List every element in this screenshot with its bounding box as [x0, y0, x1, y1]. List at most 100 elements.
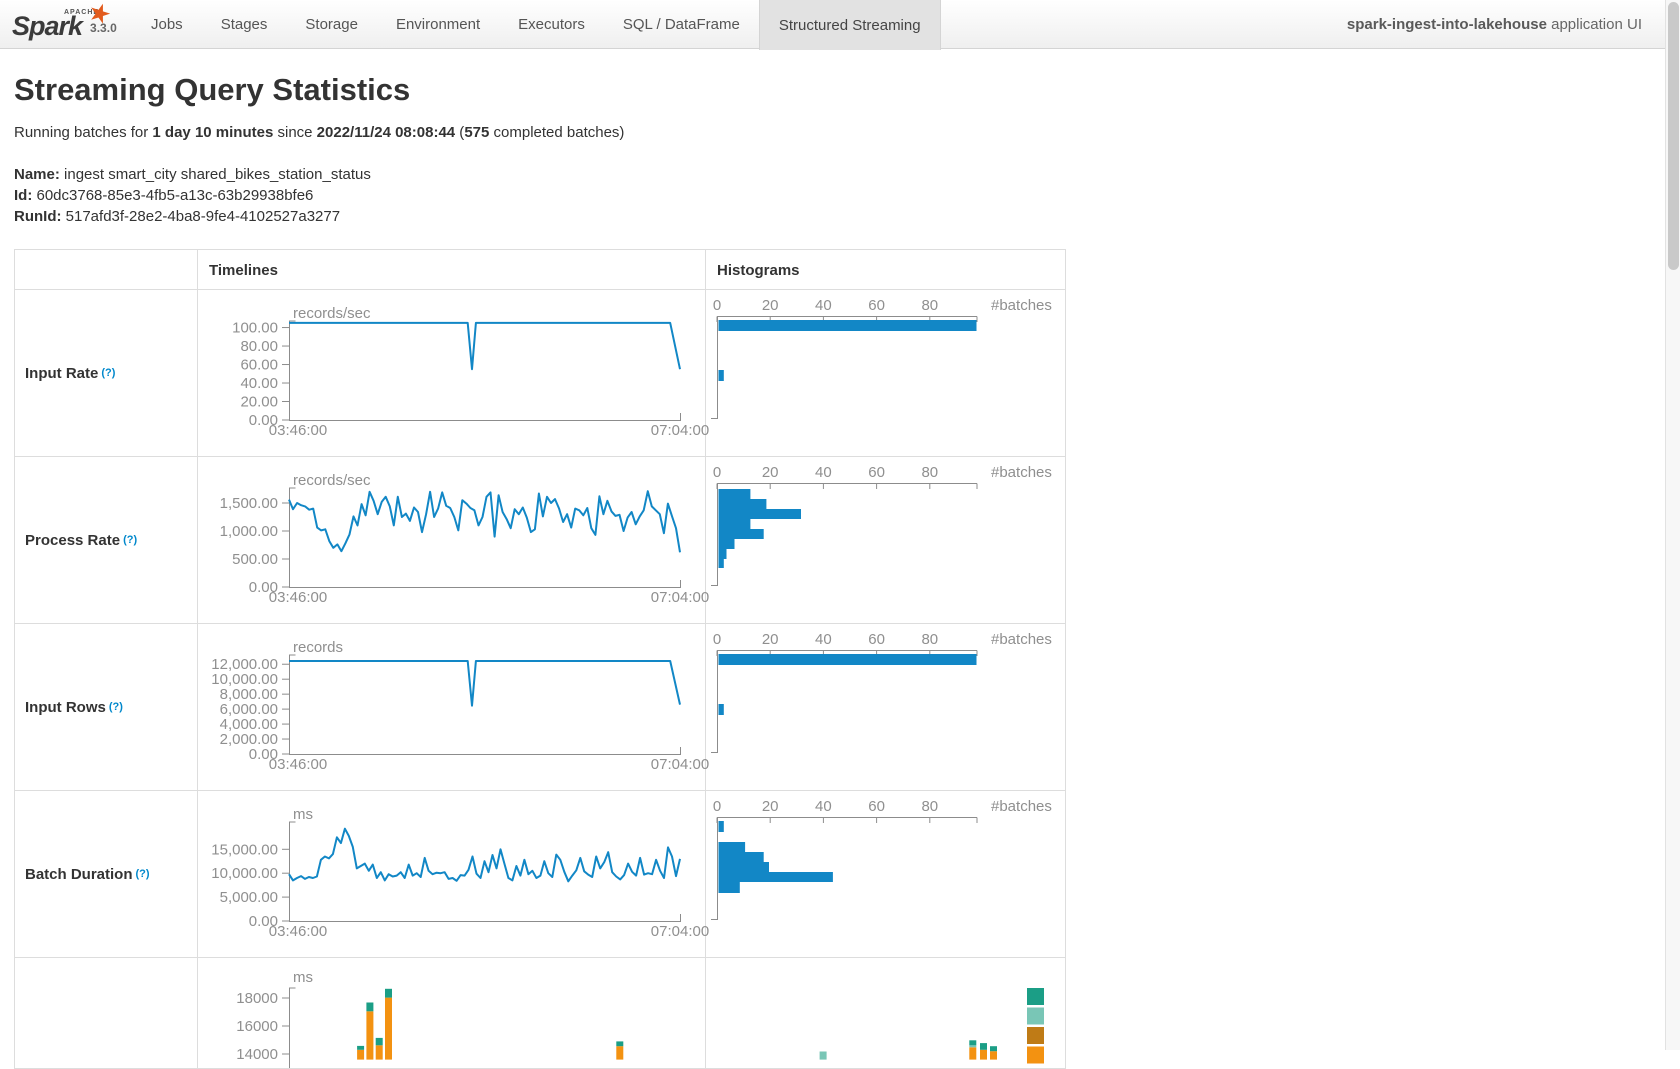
- svg-text:80: 80: [921, 464, 938, 481]
- svg-text:14000: 14000: [236, 1046, 278, 1063]
- input-rows-row: Input Rows(?) records12,000.0010,000.008…: [15, 624, 1065, 791]
- tab-structured-streaming[interactable]: Structured Streaming: [759, 0, 941, 50]
- histograms-header: Histograms: [717, 250, 800, 290]
- tab-storage[interactable]: Storage: [286, 0, 377, 48]
- spark-logo[interactable]: APACHE Spark ★ 3.3.0: [0, 0, 132, 48]
- svg-text:10,000.00: 10,000.00: [211, 865, 278, 882]
- timelines-header: Timelines: [209, 250, 278, 290]
- tab-sql-dataframe[interactable]: SQL / DataFrame: [604, 0, 759, 48]
- svg-text:0: 0: [713, 464, 721, 481]
- svg-text:07:04:00: 07:04:00: [651, 589, 709, 606]
- svg-text:20.00: 20.00: [240, 394, 278, 411]
- query-id-line: Id: 60dc3768-85e3-4fb5-a13c-63b29938bfe6: [14, 185, 371, 206]
- svg-text:60: 60: [868, 798, 885, 815]
- svg-text:60: 60: [868, 631, 885, 648]
- svg-text:records/sec: records/sec: [293, 305, 371, 322]
- svg-text:40: 40: [815, 464, 832, 481]
- svg-text:20: 20: [762, 631, 779, 648]
- svg-text:ms: ms: [293, 969, 313, 986]
- svg-text:80: 80: [921, 798, 938, 815]
- svg-text:#batches: #batches: [991, 297, 1052, 314]
- tab-executors[interactable]: Executors: [499, 0, 604, 48]
- scrollbar-thumb[interactable]: [1668, 2, 1679, 270]
- svg-text:500.00: 500.00: [232, 551, 278, 568]
- app-name: spark-ingest-into-lakehouse: [1347, 16, 1547, 33]
- app-title-suffix: application UI: [1547, 16, 1642, 33]
- input-rate-row: Input Rate(?) records/sec100.0080.0060.0…: [15, 290, 1065, 457]
- completed-batches-count: 575: [464, 124, 489, 141]
- svg-text:80: 80: [921, 631, 938, 648]
- svg-text:16000: 16000: [236, 1018, 278, 1035]
- process-rate-charts: records/sec1,500.001,000.00500.000.0003:…: [15, 457, 1065, 624]
- legend-swatch-seafoam: [1027, 1008, 1044, 1025]
- svg-text:40: 40: [815, 297, 832, 314]
- svg-text:60: 60: [868, 297, 885, 314]
- batch-duration-charts: ms15,000.0010,000.005,000.000.0003:46:00…: [15, 791, 1065, 958]
- svg-text:03:46:00: 03:46:00: [269, 589, 327, 606]
- svg-text:records: records: [293, 639, 343, 656]
- svg-text:03:46:00: 03:46:00: [269, 923, 327, 940]
- runid-value: 517afd3f-28e2-4ba8-9fe4-4102527a3277: [61, 208, 340, 225]
- legend-swatch-teal: [1027, 988, 1044, 1005]
- id-label: Id:: [14, 187, 32, 204]
- svg-text:40: 40: [815, 631, 832, 648]
- vertical-scrollbar[interactable]: [1665, 0, 1680, 1050]
- svg-text:07:04:00: 07:04:00: [651, 422, 709, 439]
- svg-text:18000: 18000: [236, 990, 278, 1007]
- legend-swatch-orange: [1027, 1047, 1044, 1064]
- running-since: 2022/11/24 08:08:44: [317, 124, 455, 141]
- batch-duration-row: Batch Duration(?) ms15,000.0010,000.005,…: [15, 791, 1065, 958]
- svg-text:#batches: #batches: [991, 631, 1052, 648]
- svg-text:ms: ms: [293, 806, 313, 823]
- process-rate-row: Process Rate(?) records/sec1,500.001,000…: [15, 457, 1065, 624]
- svg-text:20: 20: [762, 464, 779, 481]
- running-batches-line: Running batches for 1 day 10 minutes sin…: [14, 124, 624, 141]
- svg-text:5,000.00: 5,000.00: [220, 889, 278, 906]
- page-title: Streaming Query Statistics: [14, 72, 410, 108]
- svg-text:20: 20: [762, 297, 779, 314]
- name-value: ingest smart_city shared_bikes_station_s…: [60, 166, 371, 183]
- svg-text:0: 0: [713, 297, 721, 314]
- name-label: Name:: [14, 166, 60, 183]
- running-duration: 1 day 10 minutes: [152, 124, 273, 141]
- svg-text:20: 20: [762, 798, 779, 815]
- svg-text:1,500.00: 1,500.00: [220, 495, 278, 512]
- svg-text:80: 80: [921, 297, 938, 314]
- svg-text:07:04:00: 07:04:00: [651, 756, 709, 773]
- svg-text:0: 0: [713, 798, 721, 815]
- runid-label: RunId:: [14, 208, 61, 225]
- svg-text:40: 40: [815, 798, 832, 815]
- svg-text:0: 0: [713, 631, 721, 648]
- tab-jobs[interactable]: Jobs: [132, 0, 202, 48]
- svg-text:03:46:00: 03:46:00: [269, 756, 327, 773]
- svg-text:80.00: 80.00: [240, 338, 278, 355]
- svg-text:60.00: 60.00: [240, 357, 278, 374]
- table-header-row: Timelines Histograms: [15, 250, 1065, 290]
- operation-duration-row: ms 18000 16000 14000: [15, 958, 1065, 1068]
- svg-text:#batches: #batches: [991, 464, 1052, 481]
- query-name-line: Name: ingest smart_city shared_bikes_sta…: [14, 164, 371, 185]
- svg-text:07:04:00: 07:04:00: [651, 923, 709, 940]
- running-text: completed batches): [489, 124, 624, 141]
- svg-text:15,000.00: 15,000.00: [211, 841, 278, 858]
- nav-tabs: Jobs Stages Storage Environment Executor…: [132, 0, 941, 48]
- operation-duration-charts: ms 18000 16000 14000: [15, 958, 1065, 1068]
- query-runid-line: RunId: 517afd3f-28e2-4ba8-9fe4-4102527a3…: [14, 206, 371, 227]
- svg-text:60: 60: [868, 464, 885, 481]
- running-text: since: [273, 124, 316, 141]
- tab-environment[interactable]: Environment: [377, 0, 499, 48]
- spark-ui-page: APACHE Spark ★ 3.3.0 Jobs Stages Storage…: [0, 0, 1680, 1050]
- svg-text:03:46:00: 03:46:00: [269, 422, 327, 439]
- running-text: Running batches for: [14, 124, 152, 141]
- id-value: 60dc3768-85e3-4fb5-a13c-63b29938bfe6: [32, 187, 313, 204]
- svg-text:100.00: 100.00: [232, 320, 278, 337]
- top-navbar: APACHE Spark ★ 3.3.0 Jobs Stages Storage…: [0, 0, 1680, 49]
- legend-swatch-ochre: [1027, 1027, 1044, 1044]
- statistics-table: Timelines Histograms Input Rate(?) recor…: [14, 249, 1066, 1069]
- query-meta: Name: ingest smart_city shared_bikes_sta…: [14, 164, 371, 227]
- input-rows-charts: records12,000.0010,000.008,000.006,000.0…: [15, 624, 1065, 791]
- tab-stages[interactable]: Stages: [202, 0, 287, 48]
- input-rate-charts: records/sec100.0080.0060.0040.0020.000.0…: [15, 290, 1065, 457]
- svg-text:1,000.00: 1,000.00: [220, 523, 278, 540]
- running-text: (: [455, 124, 464, 141]
